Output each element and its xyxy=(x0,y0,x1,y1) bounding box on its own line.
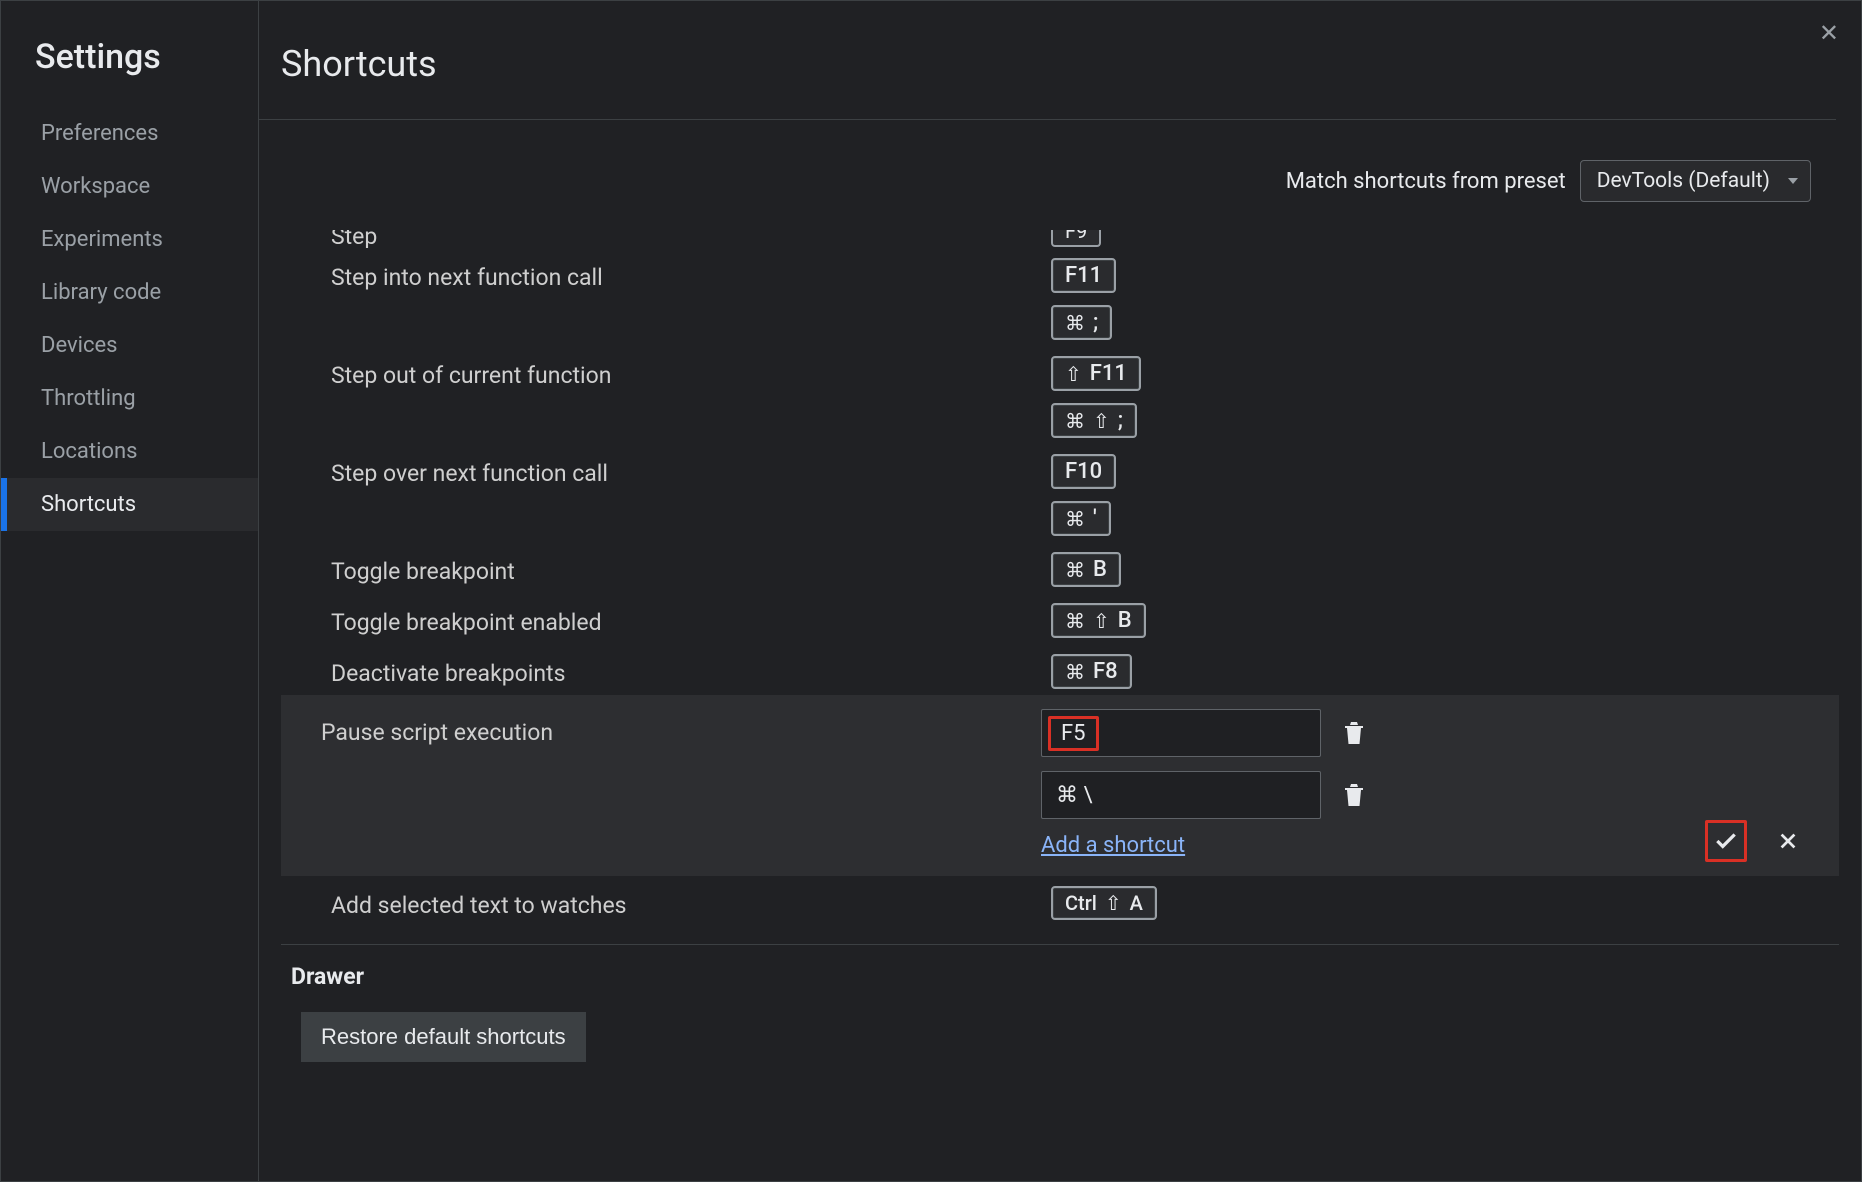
confirm-area xyxy=(1705,820,1809,862)
keycaps: ⌘⇧B xyxy=(1051,599,1146,638)
page-title: Shortcuts xyxy=(281,43,1836,85)
shortcut-row-pause-script-editing: Pause script execution F5 ⌘ \ xyxy=(281,695,1839,876)
shortcut-label: Step into next function call xyxy=(331,254,1051,291)
edit-line-2: ⌘ \ xyxy=(1041,771,1825,819)
shortcut-input-1[interactable]: F5 xyxy=(1041,709,1321,757)
preset-bar: Match shortcuts from preset DevTools (De… xyxy=(259,120,1861,230)
shortcut-input-2[interactable]: ⌘ \ xyxy=(1041,771,1321,819)
delete-shortcut-button[interactable] xyxy=(1341,780,1367,810)
shortcut-row-step-over: Step over next function call F10 ⌘' xyxy=(281,444,1839,542)
shortcut-row-step-into: Step into next function call F11 ⌘; xyxy=(281,248,1839,346)
sidebar: Settings Preferences Workspace Experimen… xyxy=(1,1,259,1181)
delete-shortcut-button[interactable] xyxy=(1341,718,1367,748)
shortcut-label: Add selected text to watches xyxy=(331,882,1051,919)
keycap[interactable]: F10 xyxy=(1051,454,1116,489)
sidebar-item-preferences[interactable]: Preferences xyxy=(1,107,258,160)
page-header: Shortcuts xyxy=(259,1,1836,120)
cancel-button[interactable] xyxy=(1767,820,1809,862)
keycaps: F10 ⌘' xyxy=(1051,450,1116,536)
trash-icon xyxy=(1342,781,1366,809)
add-shortcut-link[interactable]: Add a shortcut xyxy=(1041,833,1185,858)
shortcut-label: Step xyxy=(331,230,1051,242)
keycap[interactable]: F11 xyxy=(1051,258,1116,293)
preset-select[interactable]: DevTools (Default) xyxy=(1580,160,1811,202)
keycap[interactable]: ⌘; xyxy=(1051,305,1112,340)
sidebar-item-library-code[interactable]: Library code xyxy=(1,266,258,319)
close-icon xyxy=(1777,830,1799,852)
shortcut-row-step-truncated: Step F9 xyxy=(281,230,1839,248)
keycap[interactable]: ⌘F8 xyxy=(1051,654,1132,689)
shortcut-label: Pause script execution xyxy=(321,709,1041,858)
keycaps: ⌘F8 xyxy=(1051,650,1132,689)
shortcut-input-key: F5 xyxy=(1048,716,1099,751)
shortcuts-scroll-area[interactable]: Step F9 Step into next function call F11… xyxy=(259,230,1861,1128)
sidebar-item-shortcuts[interactable]: Shortcuts xyxy=(1,478,258,531)
shortcut-row-step-out: Step out of current function ⇧F11 ⌘⇧; xyxy=(281,346,1839,444)
shortcut-row-toggle-breakpoint: Toggle breakpoint ⌘B xyxy=(281,542,1839,593)
edit-line-1: F5 xyxy=(1041,709,1825,757)
keycap[interactable]: ⇧F11 xyxy=(1051,356,1141,391)
sidebar-title: Settings xyxy=(1,29,258,107)
settings-app: Settings Preferences Workspace Experimen… xyxy=(0,0,1862,1182)
shortcut-input-key: ⌘ \ xyxy=(1048,781,1101,810)
sidebar-item-experiments[interactable]: Experiments xyxy=(1,213,258,266)
check-icon xyxy=(1713,828,1739,854)
sidebar-item-devices[interactable]: Devices xyxy=(1,319,258,372)
confirm-button[interactable] xyxy=(1705,820,1747,862)
keycap[interactable]: ⌘⇧B xyxy=(1051,603,1146,638)
sidebar-item-locations[interactable]: Locations xyxy=(1,425,258,478)
shortcut-row-deactivate-breakpoints: Deactivate breakpoints ⌘F8 xyxy=(281,644,1839,695)
keycap[interactable]: ⌘B xyxy=(1051,552,1121,587)
shortcut-label: Step out of current function xyxy=(331,352,1051,389)
keycap[interactable]: ⌘' xyxy=(1051,501,1111,536)
shortcut-label: Deactivate breakpoints xyxy=(331,650,1051,687)
keycaps: Ctrl⇧A xyxy=(1051,882,1157,920)
close-icon[interactable]: ✕ xyxy=(1819,19,1839,47)
keycaps: ⌘B xyxy=(1051,548,1121,587)
keycaps: ⇧F11 ⌘⇧; xyxy=(1051,352,1141,438)
shortcut-label: Step over next function call xyxy=(331,450,1051,487)
shortcut-label: Toggle breakpoint enabled xyxy=(331,599,1051,636)
shortcut-row-add-to-watches: Add selected text to watches Ctrl⇧A xyxy=(281,876,1839,926)
shortcut-label: Toggle breakpoint xyxy=(331,548,1051,585)
sidebar-item-throttling[interactable]: Throttling xyxy=(1,372,258,425)
preset-label: Match shortcuts from preset xyxy=(1286,169,1566,194)
section-header-drawer: Drawer xyxy=(281,944,1839,1008)
shortcut-row-toggle-breakpoint-enabled: Toggle breakpoint enabled ⌘⇧B xyxy=(281,593,1839,644)
keycap[interactable]: Ctrl⇧A xyxy=(1051,886,1157,920)
keycap[interactable]: ⌘⇧; xyxy=(1051,403,1137,438)
sidebar-item-workspace[interactable]: Workspace xyxy=(1,160,258,213)
preset-select-value: DevTools (Default) xyxy=(1597,169,1770,193)
restore-defaults-button[interactable]: Restore default shortcuts xyxy=(301,1012,586,1062)
trash-icon xyxy=(1342,719,1366,747)
keycaps: F11 ⌘; xyxy=(1051,254,1116,340)
keycap: F9 xyxy=(1051,230,1101,247)
main-content: ✕ Shortcuts Match shortcuts from preset … xyxy=(259,1,1861,1181)
